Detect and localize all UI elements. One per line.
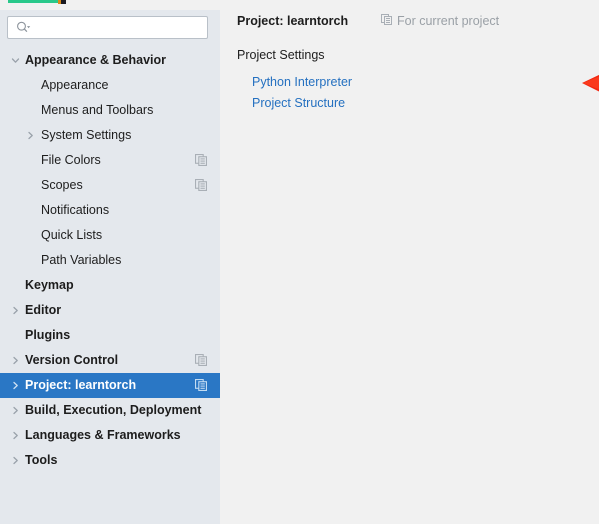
sidebar-item-label: Plugins: [25, 328, 71, 342]
search-box[interactable]: [7, 16, 208, 39]
sidebar-item-editor[interactable]: Editor: [0, 298, 220, 323]
sidebar-item-path-variables[interactable]: Path Variables: [0, 248, 220, 273]
chevron-right-icon[interactable]: [10, 355, 21, 366]
chevron-right-icon[interactable]: [10, 305, 21, 316]
sidebar-item-appearance-behavior[interactable]: Appearance & Behavior: [0, 48, 220, 73]
sidebar-item-label: Path Variables: [41, 253, 122, 267]
chevron-right-icon[interactable]: [10, 405, 21, 416]
sidebar-item-label: File Colors: [41, 153, 101, 167]
sidebar-item-label: Version Control: [25, 353, 119, 367]
link-python-interpreter[interactable]: Python Interpreter: [252, 75, 352, 89]
sidebar-item-keymap[interactable]: Keymap: [0, 273, 220, 298]
chevron-right-icon[interactable]: [25, 130, 36, 141]
copy-pages-icon: [195, 354, 207, 366]
chevron-right-icon[interactable]: [10, 430, 21, 441]
sidebar-item-label: Build, Execution, Deployment: [25, 403, 202, 417]
sidebar-item-label: Quick Lists: [41, 228, 103, 242]
settings-tree: Appearance & Behavior Appearance Menus and…: [0, 48, 220, 473]
sidebar-item-notifications[interactable]: Notifications: [0, 198, 220, 223]
sidebar-item-languages-frameworks[interactable]: Languages & Frameworks: [0, 423, 220, 448]
sidebar-item-label: Notifications: [41, 203, 110, 217]
copy-pages-icon: [195, 379, 207, 391]
for-current-project-label: For current project: [397, 14, 500, 28]
sidebar-item-version-control[interactable]: Version Control: [0, 348, 220, 373]
sidebar-item-label: Appearance: [41, 78, 109, 92]
sidebar-item-label: Scopes: [41, 178, 83, 192]
sidebar-item-label: Languages & Frameworks: [25, 428, 181, 442]
sidebar-item-label: Project: learntorch: [25, 378, 137, 392]
sidebar-item-scopes[interactable]: Scopes: [0, 173, 220, 198]
dark-toolbar-remnant: [58, 0, 66, 4]
sidebar-item-build-execution-deployment[interactable]: Build, Execution, Deployment: [0, 398, 220, 423]
chevron-right-icon[interactable]: [10, 380, 21, 391]
page-title: Project: learntorch: [237, 14, 349, 28]
project-settings-label: Project Settings: [237, 48, 325, 62]
for-current-project-hint: For current project: [381, 14, 499, 28]
copy-pages-icon: [195, 154, 207, 166]
sidebar-item-label: Appearance & Behavior: [25, 53, 167, 67]
copy-pages-icon: [381, 14, 392, 28]
sidebar-item-quick-lists[interactable]: Quick Lists: [0, 223, 220, 248]
sidebar-item-label: System Settings: [41, 128, 132, 142]
sidebar-item-project-learntorch[interactable]: Project: learntorch: [0, 373, 220, 398]
annotation-arrow-left: [582, 74, 599, 92]
link-project-structure[interactable]: Project Structure: [252, 96, 345, 110]
sidebar-item-menus-and-toolbars[interactable]: Menus and Toolbars: [0, 98, 220, 123]
sidebar-item-system-settings[interactable]: System Settings: [0, 123, 220, 148]
settings-sidebar: Appearance & Behavior Appearance Menus and…: [0, 10, 220, 524]
search-input[interactable]: [36, 18, 207, 37]
sidebar-item-label: Menus and Toolbars: [41, 103, 154, 117]
search-icon[interactable]: [8, 21, 36, 34]
settings-main-panel: Project: learntorch For current project …: [220, 0, 599, 524]
sidebar-item-tools[interactable]: Tools: [0, 448, 220, 473]
sidebar-item-label: Keymap: [25, 278, 74, 292]
sidebar-item-file-colors[interactable]: File Colors: [0, 148, 220, 173]
green-indicator-bar: [8, 0, 58, 3]
sidebar-item-label: Tools: [25, 453, 58, 467]
chevron-right-icon[interactable]: [10, 455, 21, 466]
sidebar-item-plugins[interactable]: Plugins: [0, 323, 220, 348]
copy-pages-icon: [195, 179, 207, 191]
sidebar-item-appearance[interactable]: Appearance: [0, 73, 220, 98]
sidebar-item-label: Editor: [25, 303, 62, 317]
amber-dot: [58, 0, 61, 4]
chevron-down-icon[interactable]: [10, 55, 21, 66]
